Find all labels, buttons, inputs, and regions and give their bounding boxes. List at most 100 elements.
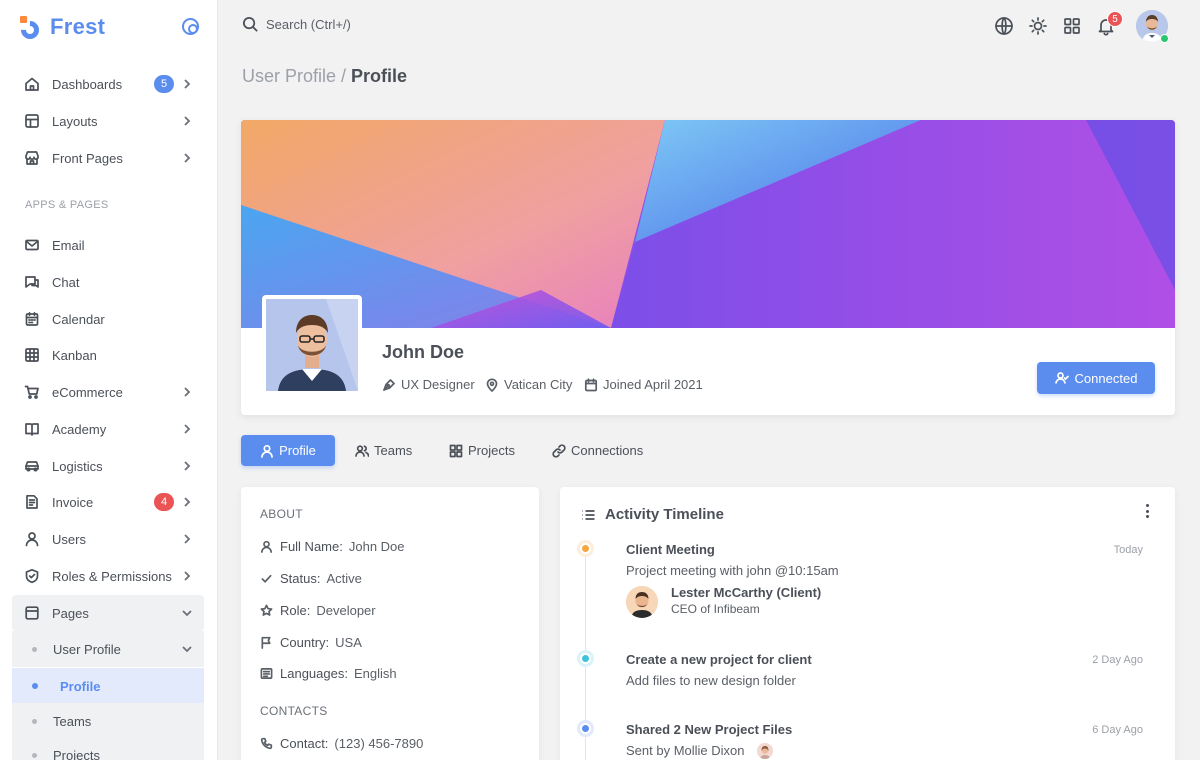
sidebar-item-label: Invoice (52, 494, 94, 510)
shield-icon (24, 568, 40, 584)
tab-teams[interactable]: Teams (339, 435, 428, 466)
chevron-right-icon (180, 459, 194, 473)
sidebar-item-email[interactable]: Email (12, 227, 204, 263)
page-title: User Profile / Profile (242, 66, 407, 87)
timeline-event-desc: Sent by Mollie Dixon (626, 743, 745, 758)
about-value[interactable]: (123) 456-7890 (334, 736, 423, 751)
about-value: USA (335, 635, 362, 650)
sidebar-subitem-projects[interactable]: Projects (12, 737, 204, 760)
list-icon (582, 509, 595, 520)
sidebar-item-users[interactable]: Users (12, 521, 204, 557)
timeline-event-title: Shared 2 New Project Files (626, 722, 793, 737)
theme-sun-icon[interactable] (1027, 15, 1049, 37)
more-vertical-icon[interactable] (1144, 504, 1150, 518)
chevron-right-icon (180, 422, 194, 436)
sidebar-item-label: Pages (52, 605, 89, 621)
bullet-icon (32, 683, 38, 689)
sidebar-item-kanban[interactable]: Kanban (12, 337, 204, 373)
sidebar-subitem-teams[interactable]: Teams (12, 703, 204, 739)
user-icon (261, 444, 273, 458)
about-row-country: Country: USA (260, 635, 362, 650)
grid-icon (24, 347, 40, 363)
sidebar-item-calendar[interactable]: Calendar (12, 301, 204, 337)
about-label: Languages: (280, 666, 348, 681)
notifications-bell-icon[interactable]: 5 (1095, 11, 1123, 37)
sidebar-subitem-profile[interactable]: Profile (12, 668, 204, 704)
topbar: Search (Ctrl+/) 5 (218, 0, 1200, 52)
store-icon (24, 150, 40, 166)
timeline-dot-warning (580, 543, 591, 554)
sidebar-toggle-icon[interactable] (182, 18, 199, 35)
brand-name: Frest (50, 14, 106, 39)
about-row-role: Role: Developer (260, 603, 376, 618)
tab-label: Connections (571, 443, 644, 458)
sidebar-subitem-label: Teams (53, 713, 92, 729)
sidebar: Frest Dashboards 5 Layouts Front Pages A… (0, 0, 218, 760)
sender-avatar (757, 743, 773, 759)
sidebar-item-roles-permissions[interactable]: Roles & Permissions (12, 558, 204, 594)
client-avatar (626, 586, 658, 618)
about-label: Country: (280, 635, 330, 650)
chevron-down-icon (180, 642, 194, 656)
online-status-dot (1160, 34, 1169, 43)
user-icon (24, 531, 40, 547)
chevron-right-icon (180, 385, 194, 399)
profile-role: UX Designer (382, 377, 475, 392)
grid-icon (449, 444, 463, 457)
apps-grid-icon[interactable] (1061, 15, 1083, 37)
profile-avatar (262, 295, 362, 395)
brand[interactable]: Frest (17, 14, 106, 43)
tab-connections[interactable]: Connections (536, 435, 659, 466)
profile-role-text: UX Designer (401, 377, 475, 392)
profile-location: Vatican City (485, 377, 572, 392)
about-row-contact: Contact: (123) 456-7890 (260, 736, 423, 751)
sidebar-item-ecommerce[interactable]: eCommerce (12, 374, 204, 410)
timeline-event-title: Create a new project for client (626, 652, 812, 667)
sidebar-item-label: Dashboards (52, 76, 123, 92)
count-badge: 4 (154, 493, 174, 511)
sidebar-item-front-pages[interactable]: Front Pages (12, 140, 204, 176)
sidebar-item-label: Email (52, 237, 85, 253)
tab-label: Profile (279, 443, 316, 458)
language-icon[interactable] (993, 15, 1015, 37)
timeline-event-time: 6 Day Ago (1092, 724, 1143, 736)
tab-projects[interactable]: Projects (433, 435, 531, 466)
about-label: Role: (280, 603, 311, 618)
sidebar-item-dashboards[interactable]: Dashboards 5 (12, 66, 204, 102)
sidebar-item-logistics[interactable]: Logistics (12, 448, 204, 484)
chat-icon (24, 274, 40, 290)
chevron-right-icon (180, 151, 194, 165)
breadcrumb-current: Profile (351, 66, 408, 86)
sidebar-item-pages[interactable]: Pages (12, 595, 204, 631)
tab-profile[interactable]: Profile (241, 435, 335, 466)
pages-icon (24, 605, 40, 621)
brand-logo-icon (17, 16, 43, 43)
about-label: Full Name: (280, 539, 343, 554)
mail-icon (24, 237, 40, 253)
map-pin-icon (486, 377, 498, 392)
sidebar-subitem-user-profile[interactable]: User Profile (12, 631, 204, 667)
chevron-right-icon (180, 495, 194, 509)
sidebar-item-chat[interactable]: Chat (12, 264, 204, 300)
sidebar-item-label: Kanban (52, 347, 97, 363)
sidebar-item-academy[interactable]: Academy (12, 411, 204, 447)
sidebar-section-label: APPS & PAGES (25, 199, 109, 211)
profile-banner-image (241, 120, 1175, 328)
breadcrumb-parent[interactable]: User Profile / (242, 66, 346, 86)
chevron-right-icon (180, 569, 194, 583)
connected-button[interactable]: Connected (1037, 362, 1155, 394)
search-input[interactable]: Search (Ctrl+/) (242, 16, 351, 33)
connected-button-label: Connected (1074, 370, 1138, 386)
about-value: Active (326, 571, 362, 586)
bullet-icon (32, 752, 37, 758)
sidebar-item-label: Users (52, 531, 86, 547)
users-icon (355, 444, 369, 457)
profile-joined: Joined April 2021 (584, 377, 703, 392)
sidebar-item-layouts[interactable]: Layouts (12, 103, 204, 139)
contacts-heading: CONTACTS (260, 704, 328, 718)
chevron-right-icon (180, 77, 194, 91)
sidebar-item-invoice[interactable]: Invoice 4 (12, 484, 204, 520)
about-heading: ABOUT (260, 507, 303, 521)
sidebar-subitem-label: Profile (60, 678, 101, 694)
chevron-down-icon (180, 606, 194, 620)
